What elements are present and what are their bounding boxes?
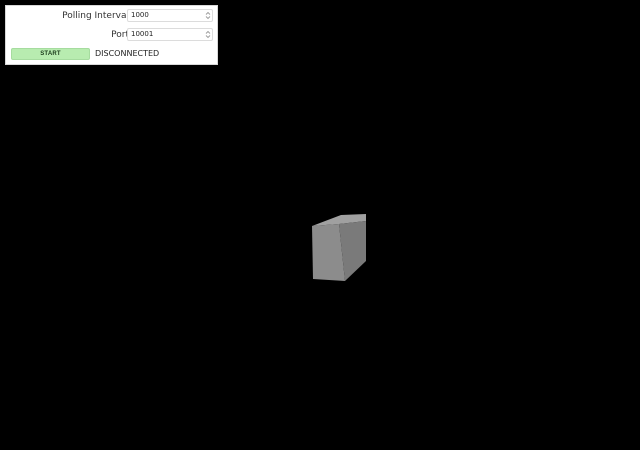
- port-value: 10001: [131, 30, 154, 38]
- up-down-chevron-icon[interactable]: [205, 30, 211, 39]
- 3d-scene: [312, 214, 366, 281]
- port-row: Port 10001: [6, 25, 219, 45]
- up-down-chevron-icon[interactable]: [205, 11, 211, 20]
- control-panel: Polling Interval 1000 Port 10001 START D: [5, 5, 218, 65]
- polling-interval-row: Polling Interval 1000: [6, 6, 219, 26]
- port-input[interactable]: 10001: [127, 28, 213, 41]
- 3d-box: [312, 214, 366, 281]
- connection-status: DISCONNECTED: [95, 49, 160, 58]
- polling-interval-label: Polling Interval: [62, 11, 129, 21]
- 3d-viewport[interactable]: [0, 0, 640, 450]
- polling-interval-value: 1000: [131, 11, 149, 19]
- start-button[interactable]: START: [11, 48, 90, 60]
- polling-interval-input[interactable]: 1000: [127, 9, 213, 22]
